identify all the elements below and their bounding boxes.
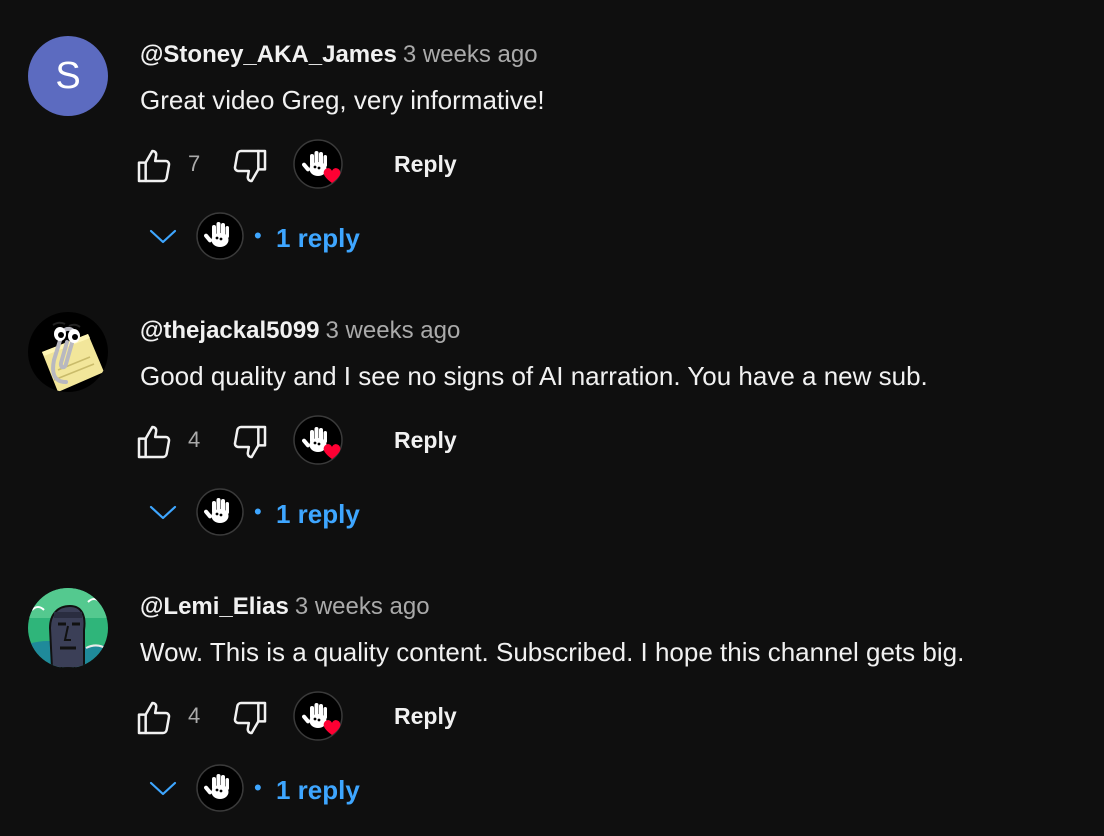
thumbs-up-icon [137,701,171,735]
like-button[interactable] [134,146,174,186]
chevron-down-icon [149,229,177,244]
thumbs-up-icon [137,149,171,183]
author-name[interactable]: @thejackal5099 [140,317,320,344]
thumbs-down-icon [233,149,267,183]
comment-thread: @Lemi_Elias 3 weeks ago Wow. This is a qu… [0,552,1104,828]
comment-header: @Lemi_Elias 3 weeks ago [140,592,430,622]
creator-avatar-icon [196,764,244,812]
avatar[interactable] [28,588,108,668]
avatar[interactable] [28,312,108,392]
thumbs-down-icon [233,701,267,735]
creator-heart-icon [293,691,343,741]
thumbs-up-icon [137,425,171,459]
separator-dot: • [254,499,262,524]
author-name[interactable]: @Stoney_AKA_James [140,41,397,68]
comment-timestamp[interactable]: 3 weeks ago [295,593,430,620]
replies-count: 1 reply [276,223,360,253]
comment-timestamp[interactable]: 3 weeks ago [326,317,461,344]
view-replies-button[interactable]: • 1 reply [140,210,380,262]
creator-avatar-icon [196,488,244,536]
creator-heart-badge[interactable] [292,690,348,746]
reply-button[interactable]: Reply [394,426,457,454]
chevron-down-icon [149,781,177,796]
avatar[interactable]: S [28,36,108,116]
comment-text: Great video Greg, very informative! [140,85,545,115]
comment-header: @thejackal5099 3 weeks ago [140,316,460,346]
chevron-down-icon [149,505,177,520]
creator-heart-badge[interactable] [292,414,348,470]
like-count: 7 [188,151,201,176]
like-button[interactable] [134,698,174,738]
paperclip-avatar-icon [28,312,108,392]
replies-count: 1 reply [276,775,360,805]
creator-heart-icon [293,415,343,465]
like-count: 4 [188,427,201,452]
thumbs-down-icon [233,425,267,459]
comment-text: Good quality and I see no signs of AI na… [140,361,928,391]
creator-heart-badge[interactable] [292,138,348,194]
separator-dot: • [254,775,262,800]
dislike-button[interactable] [230,698,270,738]
comment-text: Wow. This is a quality content. Subscrib… [140,637,965,667]
creator-heart-icon [293,139,343,189]
separator-dot: • [254,223,262,248]
avatar-letter: S [55,54,81,97]
reply-button[interactable]: Reply [394,702,457,730]
like-button[interactable] [134,422,174,462]
dislike-button[interactable] [230,422,270,462]
comment-thread: S @Stoney_AKA_James 3 weeks ago Great vid… [0,0,1104,276]
like-count: 4 [188,703,201,728]
reply-button[interactable]: Reply [394,150,457,178]
author-name[interactable]: @Lemi_Elias [140,593,289,620]
creator-avatar-icon [196,212,244,260]
replies-count: 1 reply [276,499,360,529]
view-replies-button[interactable]: • 1 reply [140,762,380,814]
comment-thread: @thejackal5099 3 weeks ago Good quality a… [0,276,1104,552]
comment-timestamp[interactable]: 3 weeks ago [403,41,538,68]
dislike-button[interactable] [230,146,270,186]
moai-avatar-icon [28,588,108,668]
view-replies-button[interactable]: • 1 reply [140,486,380,538]
comment-header: @Stoney_AKA_James 3 weeks ago [140,40,538,70]
